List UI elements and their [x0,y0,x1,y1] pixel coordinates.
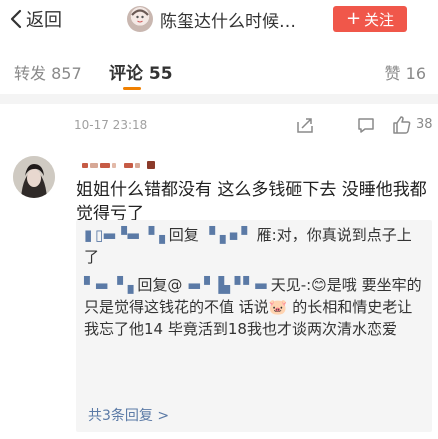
thumbs-up-icon [393,116,411,134]
tab-bar: 转发 857 评论 55 赞 16 [0,40,438,94]
share-button[interactable] [296,116,314,134]
reply-prefix: 回复@ [137,276,183,294]
tab-reposts-count: 857 [51,64,82,83]
more-replies-link[interactable]: 共3条回复 > [88,405,169,425]
name-mosaic [135,162,140,168]
back-label: 返回 [26,10,62,31]
reply-prefix: 回复 [168,226,199,244]
like-button[interactable] [392,115,412,135]
comment-timestamp: 10-17 23:18 [74,118,148,132]
section-divider [0,94,438,104]
avatar-face-icon [131,9,149,25]
weibo-comment-page: 返回 陈玺达什么时候… + 关注 转发 857 评论 55 赞 16 10-17… [0,0,438,439]
reply-item[interactable]: ▘▬ ▝▗ 回复@ ▬ ▘ ▙▝ ▘▬ 天见-:😊是哦 要坐牢的 只是觉得这钱花… [84,274,424,340]
tab-comments-label: 评论 [109,64,143,84]
plus-icon: + [345,8,362,29]
top-nav-bar: 返回 陈玺达什么时候… + 关注 [0,0,438,40]
commenter-avatar[interactable] [13,156,55,198]
comment-body: 姐姐什么错都没有 这么多钱砸下去 没睡他我都觉得亏了 [76,180,427,224]
page-title: 陈玺达什么时候… [160,12,296,32]
name-mosaic [112,162,116,168]
chevron-left-icon [10,9,22,29]
name-mosaic [100,162,110,168]
name-mosaic [124,162,133,168]
tab-likes-label: 赞 [384,64,401,83]
tab-reposts-label: 转发 [14,64,47,83]
tab-comments-count: 55 [148,64,173,84]
reply-author-obscured[interactable]: ▘▬ ▝▗ [84,276,134,294]
reply-target-obscured[interactable]: ▬ ▘ ▙▝ ▘▬ [187,276,271,294]
back-button[interactable]: 返回 [10,6,62,32]
avatar-image [13,156,55,198]
follow-button[interactable]: + 关注 [333,6,407,32]
reply-item[interactable]: ▮ ▯▬▝▬ ▝▗ 回复 ▝▗ ▪ ▘ 雁:对，你真说到点子上了 [84,224,424,268]
follow-label: 关注 [364,10,395,29]
tab-comments[interactable]: 评论 55 [109,59,173,84]
author-avatar[interactable] [127,6,153,32]
name-mosaic [90,162,98,168]
reply-thread[interactable]: ▮ ▯▬▝▬ ▝▗ 回复 ▝▗ ▪ ▘ 雁:对，你真说到点子上了 ▘▬ ▝▗ 回… [76,220,432,432]
active-tab-indicator [123,87,141,90]
commenter-name-obscured[interactable] [82,158,157,172]
reply-icon [358,118,374,133]
name-mosaic [82,162,88,168]
comment-like-count: 38 [416,117,433,132]
tab-likes-count: 16 [405,64,426,83]
share-icon [297,118,313,133]
reply-target-obscured[interactable]: ▝▗ ▪ ▘ [204,226,253,244]
tab-likes[interactable]: 赞 16 [385,60,426,84]
reply-button[interactable] [357,116,375,134]
reply-author-obscured[interactable]: ▮ ▯▬▝▬ ▝▗ [84,226,165,244]
tab-reposts[interactable]: 转发 857 [14,60,82,84]
name-mosaic [147,161,155,169]
